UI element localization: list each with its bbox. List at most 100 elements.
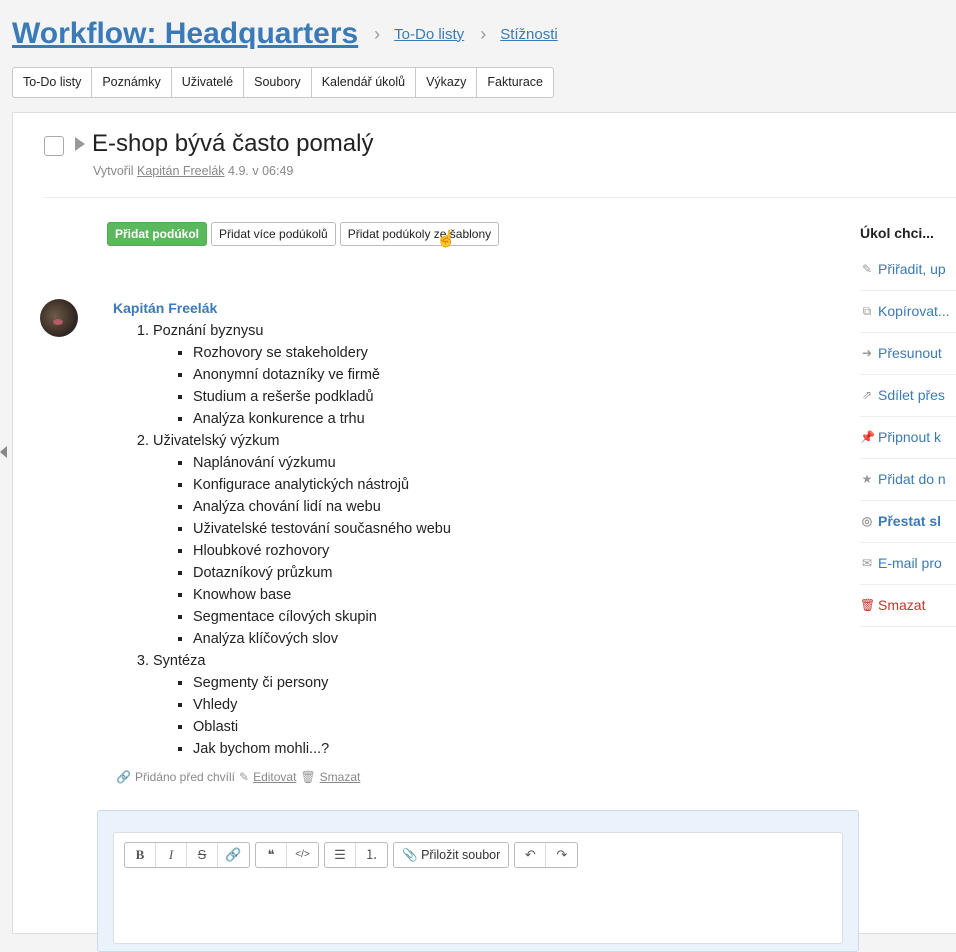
mail-icon: ✉ (861, 556, 873, 570)
trash-icon: 🗑 (300, 770, 316, 784)
sidebar-item-label: Přestat sl (878, 513, 942, 529)
code-button[interactable]: </> (287, 843, 318, 867)
breadcrumb-separator-icon: › (374, 23, 381, 44)
comment-author[interactable]: Kapitán Freelák (113, 300, 217, 316)
list-item: Anonymní dotazníky ve firmě (193, 364, 451, 386)
tab-invoicing[interactable]: Fakturace (477, 68, 553, 97)
page-title[interactable]: Workflow: Headquarters (12, 17, 358, 51)
list-item: Vhledy (193, 694, 451, 716)
sidebar-item-label: Sdílet přes (878, 387, 945, 403)
page-header: Workflow: Headquarters › To-Do listy › S… (12, 14, 558, 54)
sidebar-title: Úkol chci... (860, 225, 934, 241)
divider (43, 197, 956, 198)
strikethrough-button[interactable]: S (187, 843, 218, 867)
breadcrumb-separator-icon: › (480, 23, 487, 44)
star-icon: ★ (861, 472, 873, 486)
list-item: Analýza klíčových slov (193, 628, 451, 650)
share-icon: ⇗ (861, 388, 873, 402)
sidebar-item-label: Smazat (878, 597, 926, 613)
attach-file-button[interactable]: 📎 Přiložit soubor (394, 843, 508, 867)
sidebar-item-share[interactable]: ⇗ Sdílet přes (860, 374, 956, 417)
breadcrumb-todo-lists[interactable]: To-Do listy (394, 26, 464, 43)
sidebar-item-email[interactable]: ✉ E-mail pro (860, 542, 956, 585)
avatar (40, 299, 78, 337)
comment-editor: B I S 🔗 ❝ </> ☰ ⒈ 📎 Přiložit soubor ↶ ↷ (97, 810, 859, 952)
pencil-icon: ✎ (861, 262, 873, 276)
numbered-list-button[interactable]: ⒈ (356, 843, 387, 867)
task-title: E-shop bývá často pomalý (92, 130, 374, 157)
tab-notes[interactable]: Poznámky (92, 68, 172, 97)
list-item: Analýza chování lidí na webu (193, 496, 451, 518)
sidebar-item-label: Přiřadit, up (878, 261, 946, 277)
edit-comment-link[interactable]: Editovat (253, 770, 296, 784)
add-multiple-subtasks-button[interactable]: Přidat více podúkolů (211, 222, 336, 246)
sidebar-item-copy[interactable]: ⧉ Kopírovat... (860, 290, 956, 333)
attach-file-label: Přiložit soubor (421, 848, 501, 862)
task-meta: Vytvořil Kapitán Freelák 4.9. v 06:49 (93, 164, 293, 178)
sidebar-item-move[interactable]: ➜ Přesunout (860, 332, 956, 375)
section-title: Syntéza (153, 653, 206, 669)
format-group: B I S 🔗 (124, 842, 250, 868)
bullet-list-button[interactable]: ☰ (325, 843, 356, 867)
list-item: Konfigurace analytických nástrojů (193, 474, 451, 496)
sidebar-item-label: Přesunout (878, 345, 942, 361)
link-icon[interactable]: 🔗 (116, 770, 131, 784)
sidebar-item-label: E-mail pro (878, 555, 942, 571)
editor-textarea[interactable]: B I S 🔗 ❝ </> ☰ ⒈ 📎 Přiložit soubor ↶ ↷ (113, 832, 843, 944)
sidebar-item-delete[interactable]: 🗑 Smazat (860, 584, 956, 627)
list-item: Analýza konkurence a trhu (193, 408, 451, 430)
list-item: Oblasti (193, 716, 451, 738)
list-item: Segmenty či persony (193, 672, 451, 694)
sidebar-item-label: Přidat do n (878, 471, 946, 487)
paperclip-icon: 📎 (402, 848, 418, 862)
tab-users[interactable]: Uživatelé (172, 68, 245, 97)
collapse-left-arrow-icon[interactable] (0, 446, 7, 458)
comment-actions: 🔗 Přidáno před chvílí ✎ Editovat 🗑 Smaza… (116, 770, 360, 784)
copy-icon: ⧉ (862, 303, 872, 318)
project-nav: To-Do listy Poznámky Uživatelé Soubory K… (12, 67, 554, 98)
quote-button[interactable]: ❝ (256, 843, 287, 867)
block-group: ❝ </> (255, 842, 319, 868)
arrow-right-icon: ➜ (861, 346, 873, 360)
sidebar-item-favorite[interactable]: ★ Přidat do n (860, 458, 956, 501)
pin-icon: 📌 (860, 430, 875, 444)
bold-button[interactable]: B (125, 843, 156, 867)
expand-triangle-icon[interactable] (75, 137, 85, 151)
add-subtask-button[interactable]: Přidat podúkol (107, 222, 207, 246)
list-item: Jak bychom mohli...? (193, 738, 451, 760)
list-item: Naplánování výzkumu (193, 452, 451, 474)
italic-button[interactable]: I (156, 843, 187, 867)
tab-todo-lists[interactable]: To-Do listy (13, 68, 93, 97)
task-checkbox[interactable] (44, 136, 64, 156)
list-item: Poznání byznysu Rozhovory se stakeholder… (153, 320, 451, 430)
editor-toolbar: B I S 🔗 ❝ </> ☰ ⒈ 📎 Přiložit soubor ↶ ↷ (124, 842, 579, 868)
task-panel: E-shop bývá často pomalý Vytvořil Kapitá… (12, 112, 956, 952)
tab-calendar[interactable]: Kalendář úkolů (312, 68, 417, 97)
sidebar-item-unwatch[interactable]: ◎ Přestat sl (860, 500, 956, 543)
list-item: Dotazníkový průzkum (193, 562, 451, 584)
undo-button[interactable]: ↶ (515, 843, 547, 867)
attach-group: 📎 Přiložit soubor (393, 842, 510, 868)
sidebar-item-pin[interactable]: 📌 Připnout k (860, 416, 956, 459)
sidebar-item-assign[interactable]: ✎ Přiřadit, up (860, 248, 956, 291)
hand-cursor-icon: ☝ (436, 231, 456, 248)
added-time: Přidáno před chvílí (134, 770, 236, 784)
pencil-icon: ✎ (239, 770, 250, 784)
list-item: Uživatelský výzkum Naplánování výzkumu K… (153, 430, 451, 650)
task-author-link[interactable]: Kapitán Freelák (137, 164, 225, 178)
tab-reports[interactable]: Výkazy (416, 68, 478, 97)
section-title: Poznání byznysu (153, 323, 264, 339)
delete-comment-link[interactable]: Smazat (320, 770, 361, 784)
add-subtasks-from-template-button[interactable]: Přidat podúkoly ze šablony (339, 222, 500, 246)
comment-body: Poznání byznysu Rozhovory se stakeholder… (113, 320, 451, 760)
redo-button[interactable]: ↷ (546, 843, 577, 867)
tab-files[interactable]: Soubory (244, 68, 312, 97)
created-label: Vytvořil (93, 164, 134, 178)
eye-slash-icon: ◎ (861, 514, 873, 528)
list-item: Rozhovory se stakeholdery (193, 342, 451, 364)
list-item: Knowhow base (193, 584, 451, 606)
section-title: Uživatelský výzkum (153, 433, 280, 449)
link-button[interactable]: 🔗 (218, 843, 249, 867)
breadcrumb-complaints[interactable]: Stížnosti (500, 26, 558, 43)
list-item: Uživatelské testování současného webu (193, 518, 451, 540)
